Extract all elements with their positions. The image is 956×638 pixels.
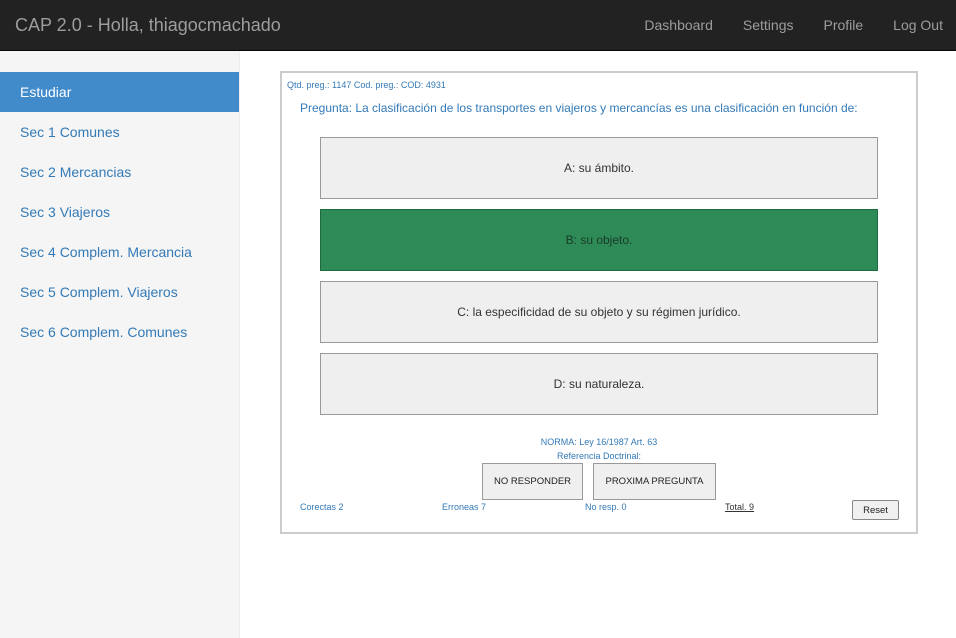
sidebar-item-sec4[interactable]: Sec 4 Complem. Mercancia bbox=[0, 232, 239, 272]
question-meta: Qtd. preg.: 1147 Cod. preg.: COD: 4931 bbox=[287, 80, 446, 90]
no-responder-button[interactable]: NO RESPONDER bbox=[482, 463, 583, 500]
nav-links: Dashboard Settings Profile Log Out bbox=[627, 0, 956, 51]
sidebar-item-sec2[interactable]: Sec 2 Mercancias bbox=[0, 152, 239, 192]
nav-logout-link[interactable]: Log Out bbox=[876, 0, 956, 51]
sidebar-item-estudiar[interactable]: Estudiar bbox=[0, 72, 239, 112]
nav-dashboard-link[interactable]: Dashboard bbox=[627, 0, 726, 51]
norma-reference: NORMA: Ley 16/1987 Art. 63 bbox=[540, 437, 658, 447]
stat-erroneas: Erroneas 7 bbox=[442, 502, 487, 512]
sidebar-item-sec6[interactable]: Sec 6 Complem. Comunes bbox=[0, 312, 239, 352]
proxima-pregunta-button[interactable]: PROXIMA PREGUNTA bbox=[593, 463, 716, 500]
reset-button[interactable]: Reset bbox=[852, 500, 899, 520]
answer-a-button[interactable]: A: su ámbito. bbox=[320, 137, 878, 199]
nav-settings-link[interactable]: Settings bbox=[726, 0, 807, 51]
sidebar-item-sec5[interactable]: Sec 5 Complem. Viajeros bbox=[0, 272, 239, 312]
doctrinal-reference: Referencia Doctrinal: bbox=[556, 451, 642, 461]
sidebar: Estudiar Sec 1 Comunes Sec 2 Mercancias … bbox=[0, 51, 240, 638]
app-brand[interactable]: CAP 2.0 - Holla, thiagocmachado bbox=[15, 0, 281, 51]
stat-correctas: Corectas 2 bbox=[300, 502, 344, 512]
sidebar-item-sec3[interactable]: Sec 3 Viajeros bbox=[0, 192, 239, 232]
answer-c-button[interactable]: C: la especificidad de su objeto y su ré… bbox=[320, 281, 878, 343]
stat-total-link[interactable]: Total. 9 bbox=[725, 502, 754, 512]
answer-d-button[interactable]: D: su naturaleza. bbox=[320, 353, 878, 415]
sidebar-item-sec1[interactable]: Sec 1 Comunes bbox=[0, 112, 239, 152]
question-text: Pregunta: La clasificación de los transp… bbox=[300, 101, 858, 115]
answer-b-button[interactable]: B: su objeto. bbox=[320, 209, 878, 271]
quiz-panel: Qtd. preg.: 1147 Cod. preg.: COD: 4931 P… bbox=[280, 71, 918, 534]
top-navbar: CAP 2.0 - Holla, thiagocmachado Dashboar… bbox=[0, 0, 956, 51]
nav-profile-link[interactable]: Profile bbox=[806, 0, 876, 51]
stat-no-resp: No resp. 0 bbox=[585, 502, 627, 512]
